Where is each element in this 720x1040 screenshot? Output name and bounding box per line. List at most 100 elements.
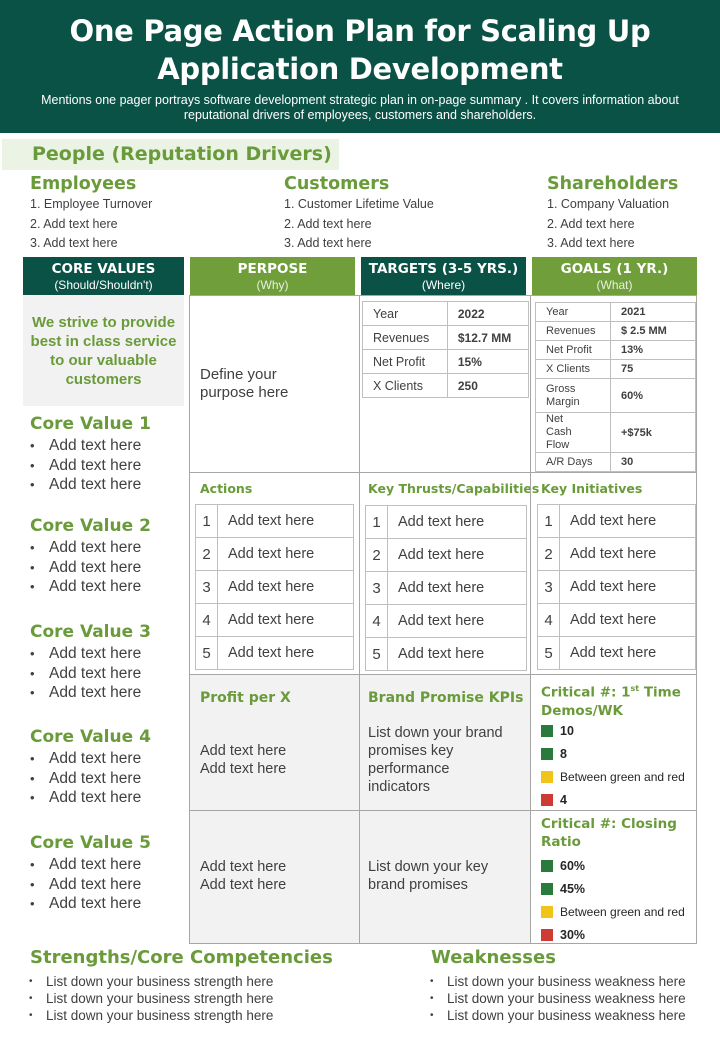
row-number: 2 xyxy=(365,538,388,572)
core-value-3: Core Value 3 Add text here Add text here… xyxy=(30,620,180,703)
initiative-row: 5 Add text here xyxy=(537,636,696,670)
green-swatch-icon xyxy=(541,859,553,872)
shareholders-title: Shareholders xyxy=(547,174,679,194)
mission-statement: We strive to provide best in class servi… xyxy=(23,295,184,406)
row-number: 1 xyxy=(195,504,218,538)
action-row: 3 Add text here xyxy=(195,570,354,604)
initiative-row: 1 Add text here xyxy=(537,504,696,538)
strength-item: List down your business strength here xyxy=(27,990,390,1007)
thrust-text: Add text here xyxy=(387,538,527,572)
shareholders-item: 1. Company Valuation xyxy=(547,197,670,211)
core-value-item: Add text here xyxy=(30,664,180,684)
legend-row: 8 xyxy=(541,742,685,765)
green-swatch-icon xyxy=(541,724,553,737)
targets-row: Net Profit 15% xyxy=(362,349,530,374)
column-title: TARGETS (3-5 YRS.) xyxy=(368,261,519,277)
title-line-2: Application Development xyxy=(157,52,563,86)
thrust-row: 1 Add text here xyxy=(365,505,527,539)
thrusts-title: Key Thrusts/Capabilities xyxy=(368,481,540,496)
legend-row: Between green and red xyxy=(541,900,685,923)
employees-title: Employees xyxy=(30,174,137,194)
page-subtitle: Mentions one pager portrays software dev… xyxy=(41,93,679,122)
weakness-item: List down your business weakness here xyxy=(428,1007,720,1024)
thrusts-cell: Key Thrusts/Capabilities 1 Add text here … xyxy=(359,472,539,675)
target-value: 250 xyxy=(446,373,530,398)
row-number: 3 xyxy=(537,570,560,604)
goals-table: Year 2021 Revenues $ 2.5 MM Net Profit 13% … xyxy=(535,302,696,472)
core-value-item: Add text here xyxy=(30,894,180,914)
targets-row: Revenues $12.7 MM xyxy=(362,325,530,350)
green-swatch-icon xyxy=(541,747,553,760)
goal-value: 13% xyxy=(610,340,696,360)
goal-value: 2021 xyxy=(610,302,696,322)
action-text: Add text here xyxy=(217,504,354,538)
initiative-row: 2 Add text here xyxy=(537,537,696,571)
targets-table: Year 2022 Revenues $12.7 MM Net Profit 15% … xyxy=(362,301,530,398)
target-label: Year xyxy=(362,301,448,326)
brand-kpi-cell: Brand Promise KPIs List down your brand … xyxy=(359,674,531,811)
customers-group: Customers 1. Customer Lifetime Value 2. … xyxy=(284,173,514,254)
initiatives-table: 1 Add text here 2 Add text here 3 Add text … xyxy=(537,504,696,670)
goals-row: Revenues $ 2.5 MM xyxy=(535,321,696,341)
goals-row: Gross Margin 60% xyxy=(535,378,696,413)
strengths-section: Strengths/Core Competencies List down yo… xyxy=(27,946,390,1024)
column-title: GOALS (1 YR.) xyxy=(560,261,669,277)
title-line-1: One Page Action Plan for Scaling Up xyxy=(69,14,651,48)
goal-label: Year xyxy=(535,302,611,322)
goals-cell: Year 2021 Revenues $ 2.5 MM Net Profit 13% … xyxy=(530,295,697,473)
red-swatch-icon xyxy=(541,793,553,806)
profit-text: Add text here Add text here xyxy=(200,859,287,893)
goal-label: Revenues xyxy=(535,321,611,341)
core-value-5: Core Value 5 Add text here Add text here… xyxy=(30,831,180,914)
purpose-text: Define your purpose here xyxy=(200,366,289,401)
critical-demos-legend: 10 8 Between green and red 4 xyxy=(541,719,685,811)
core-value-item: Add text here xyxy=(30,769,180,789)
targets-header: TARGETS (3-5 YRS.) (Where) xyxy=(361,257,526,295)
row-number: 2 xyxy=(195,537,218,571)
legend-row: 4 xyxy=(541,788,685,811)
row-number: 1 xyxy=(537,504,560,538)
row-number: 4 xyxy=(365,604,388,638)
red-swatch-icon xyxy=(541,928,553,941)
initiative-text: Add text here xyxy=(559,570,696,604)
profit-cell: Profit per X Add text here Add text here xyxy=(189,674,360,811)
goals-row: X Clients 75 xyxy=(535,359,696,379)
target-value: 2022 xyxy=(446,301,530,326)
target-value: $12.7 MM xyxy=(446,325,530,350)
thrust-row: 5 Add text here xyxy=(365,637,527,671)
row-number: 4 xyxy=(195,603,218,637)
goal-value: 30 xyxy=(610,452,696,472)
legend-row: 10 xyxy=(541,719,685,742)
targets-row: X Clients 250 xyxy=(362,373,530,398)
initiative-text: Add text here xyxy=(559,603,696,637)
thrust-row: 2 Add text here xyxy=(365,538,527,572)
thrust-text: Add text here xyxy=(387,505,527,539)
goals-row: Net Cash Flow +$75k xyxy=(535,412,696,453)
green-swatch-icon xyxy=(541,882,553,895)
action-row: 2 Add text here xyxy=(195,537,354,571)
target-value: 15% xyxy=(446,349,530,374)
actions-table: 1 Add text here 2 Add text here 3 Add text … xyxy=(195,504,354,670)
initiatives-cell: Key Initiatives 1 Add text here 2 Add text… xyxy=(530,472,697,675)
target-label: X Clients xyxy=(362,373,448,398)
action-text: Add text here xyxy=(217,570,354,604)
critical-demos-title: Critical #: 1st Time Demos/WK xyxy=(541,684,681,719)
actions-cell: Actions 1 Add text here 2 Add text here 3A… xyxy=(189,472,360,675)
row-number: 2 xyxy=(537,537,560,571)
action-text: Add text here xyxy=(217,636,354,670)
strength-item: List down your business strength here xyxy=(27,973,390,990)
goal-value: +$75k xyxy=(610,412,696,453)
critical-demos-cell: Critical #: 1st Time Demos/WK 10 8 Betwe… xyxy=(530,674,697,811)
core-value-1: Core Value 1 Add text here Add text here… xyxy=(30,412,180,495)
row-number: 4 xyxy=(537,603,560,637)
action-row: 5 Add text here xyxy=(195,636,354,670)
purpose-header: PERPOSE (Why) xyxy=(190,257,355,295)
core-value-4: Core Value 4 Add text here Add text here… xyxy=(30,725,180,808)
brand-kpi-title: Brand Promise KPIs xyxy=(368,690,524,706)
initiative-text: Add text here xyxy=(559,537,696,571)
goal-value: 75 xyxy=(610,359,696,379)
critical-closing-cell: Critical #: Closing Ratio 60% 45% Betwee… xyxy=(530,810,697,944)
row-number: 3 xyxy=(195,570,218,604)
core-value-title: Core Value 3 xyxy=(30,622,151,642)
core-value-item: Add text here xyxy=(30,855,180,875)
